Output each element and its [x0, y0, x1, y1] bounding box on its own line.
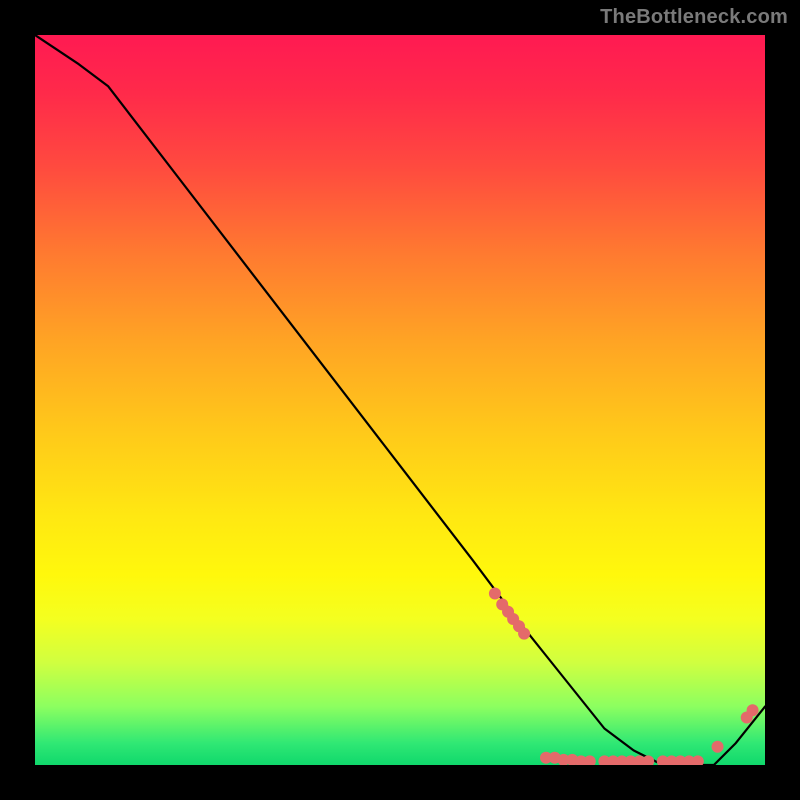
curve-line: [35, 35, 765, 765]
plot-area: [35, 35, 765, 765]
markers: [489, 587, 759, 765]
attribution-label: TheBottleneck.com: [600, 6, 788, 29]
marker-dot: [584, 755, 596, 765]
marker-dot: [712, 741, 724, 753]
marker-dot: [747, 704, 759, 716]
chart-svg: [35, 35, 765, 765]
marker-dot: [489, 587, 501, 599]
marker-dot: [692, 755, 704, 765]
chart-stage: TheBottleneck.com: [0, 0, 800, 800]
marker-dot: [518, 628, 530, 640]
